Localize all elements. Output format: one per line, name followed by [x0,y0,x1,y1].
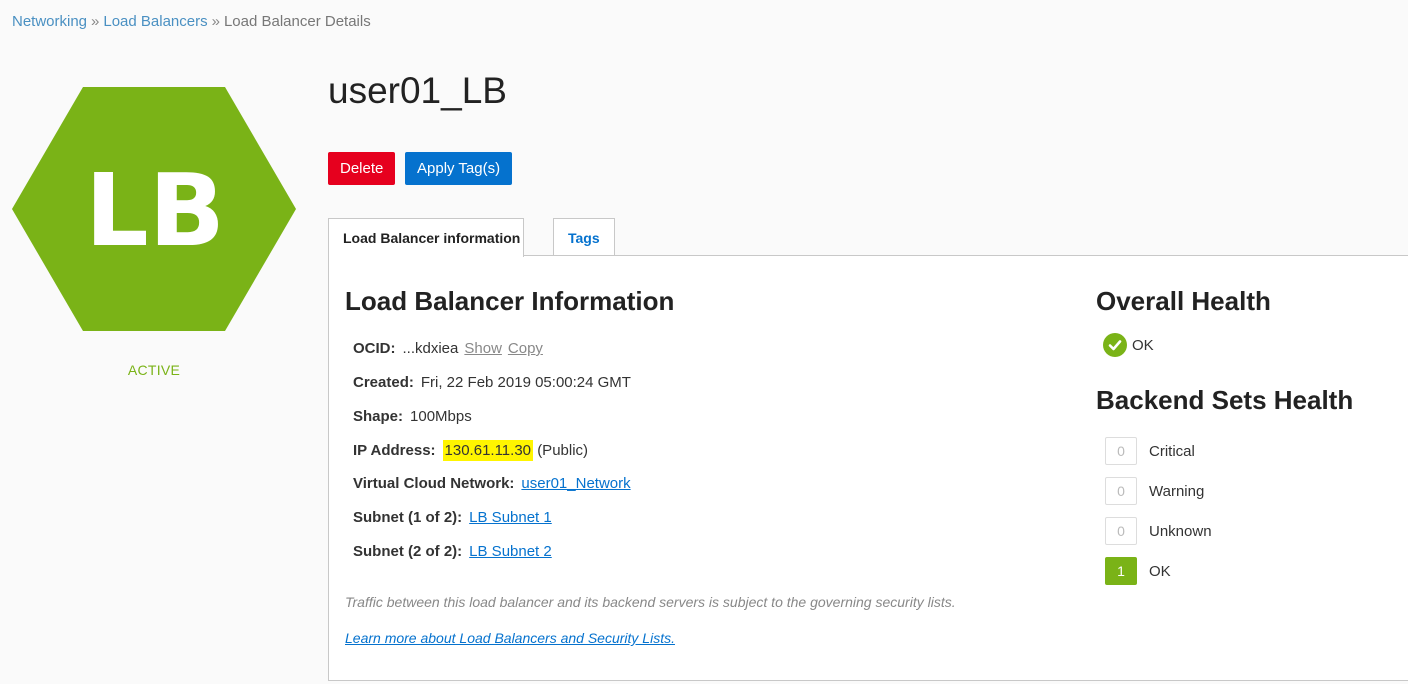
overall-health-title: Overall Health [1096,286,1271,316]
vcn-link[interactable]: user01_Network [521,475,630,492]
ok-label: OK [1149,562,1171,580]
ip-address-label: IP Address: [353,442,436,459]
backend-health-unknown[interactable]: 0 Unknown [1105,517,1212,545]
ip-address-row: IP Address: 130.61.11.30 (Public) [353,440,589,461]
shape-value: 100Mbps [410,408,472,425]
overall-health-status-text: OK [1132,336,1154,354]
subnet-1-link[interactable]: LB Subnet 1 [469,509,552,526]
breadcrumb-separator: » [91,13,100,30]
subnet-2-label: Subnet (2 of 2): [353,543,463,560]
vcn-row: Virtual Cloud Network: user01_Network [353,475,631,492]
ip-address-value: 130.61.11.30 [442,440,534,461]
subnet-2-row: Subnet (2 of 2): LB Subnet 2 [353,543,552,560]
breadcrumb-load-balancers-link[interactable]: Load Balancers [103,13,207,30]
tab-tags[interactable]: Tags [553,218,615,255]
critical-label: Critical [1149,442,1195,460]
overall-health-status: OK [1103,333,1154,357]
delete-button[interactable]: Delete [328,152,396,185]
hexagon-icon-text: LB [85,152,225,269]
page-title: user01_LB [328,70,507,111]
ocid-value: ...kdxiea [402,340,459,357]
ocid-copy-link[interactable]: Copy [508,340,543,357]
apply-tags-button[interactable]: Apply Tag(s) [405,152,513,185]
subnet-1-label: Subnet (1 of 2): [353,509,463,526]
status-label: ACTIVE [127,362,181,378]
breadcrumb-separator: » [211,13,220,30]
check-circle-icon [1103,333,1127,357]
details-panel: Load Balancer Information OCID: ...kdxiea… [328,255,1408,681]
created-row: Created: Fri, 22 Feb 2019 05:00:24 GMT [353,374,631,391]
subnet-1-row: Subnet (1 of 2): LB Subnet 1 [353,509,552,526]
critical-count-badge: 0 [1105,437,1137,465]
ocid-row: OCID: ...kdxiea Show Copy [353,340,543,357]
shape-row: Shape: 100Mbps [353,408,472,425]
tab-load-balancer-information[interactable]: Load Balancer information [328,218,524,257]
created-label: Created: [353,374,414,391]
ocid-label: OCID: [353,340,396,357]
vcn-label: Virtual Cloud Network: [353,475,515,492]
load-balancer-hexagon-icon: LB [12,87,296,331]
backend-sets-health-title: Backend Sets Health [1096,385,1354,415]
breadcrumb-current: Load Balancer Details [223,13,371,30]
warning-count-badge: 0 [1105,477,1137,505]
backend-health-ok[interactable]: 1 OK [1105,557,1171,585]
breadcrumb: Networking» Load Balancers» Load Balancer … [12,13,371,30]
unknown-count-badge: 0 [1105,517,1137,545]
subnet-2-link[interactable]: LB Subnet 2 [469,543,552,560]
ocid-show-link[interactable]: Show [464,340,502,357]
ip-address-type: (Public) [537,442,589,459]
warning-label: Warning [1149,482,1205,500]
info-section-title: Load Balancer Information [345,286,675,316]
checkmark-glyph [1108,340,1122,351]
shape-label: Shape: [353,408,404,425]
unknown-label: Unknown [1149,522,1212,540]
breadcrumb-networking-link[interactable]: Networking [12,13,87,30]
ok-count-badge: 1 [1105,557,1137,585]
created-value: Fri, 22 Feb 2019 05:00:24 GMT [420,374,631,391]
backend-health-critical[interactable]: 0 Critical [1105,437,1195,465]
learn-more-link[interactable]: Learn more about Load Balancers and Secu… [345,630,675,646]
security-note: Traffic between this load balancer and i… [345,594,956,610]
backend-health-warning[interactable]: 0 Warning [1105,477,1204,505]
